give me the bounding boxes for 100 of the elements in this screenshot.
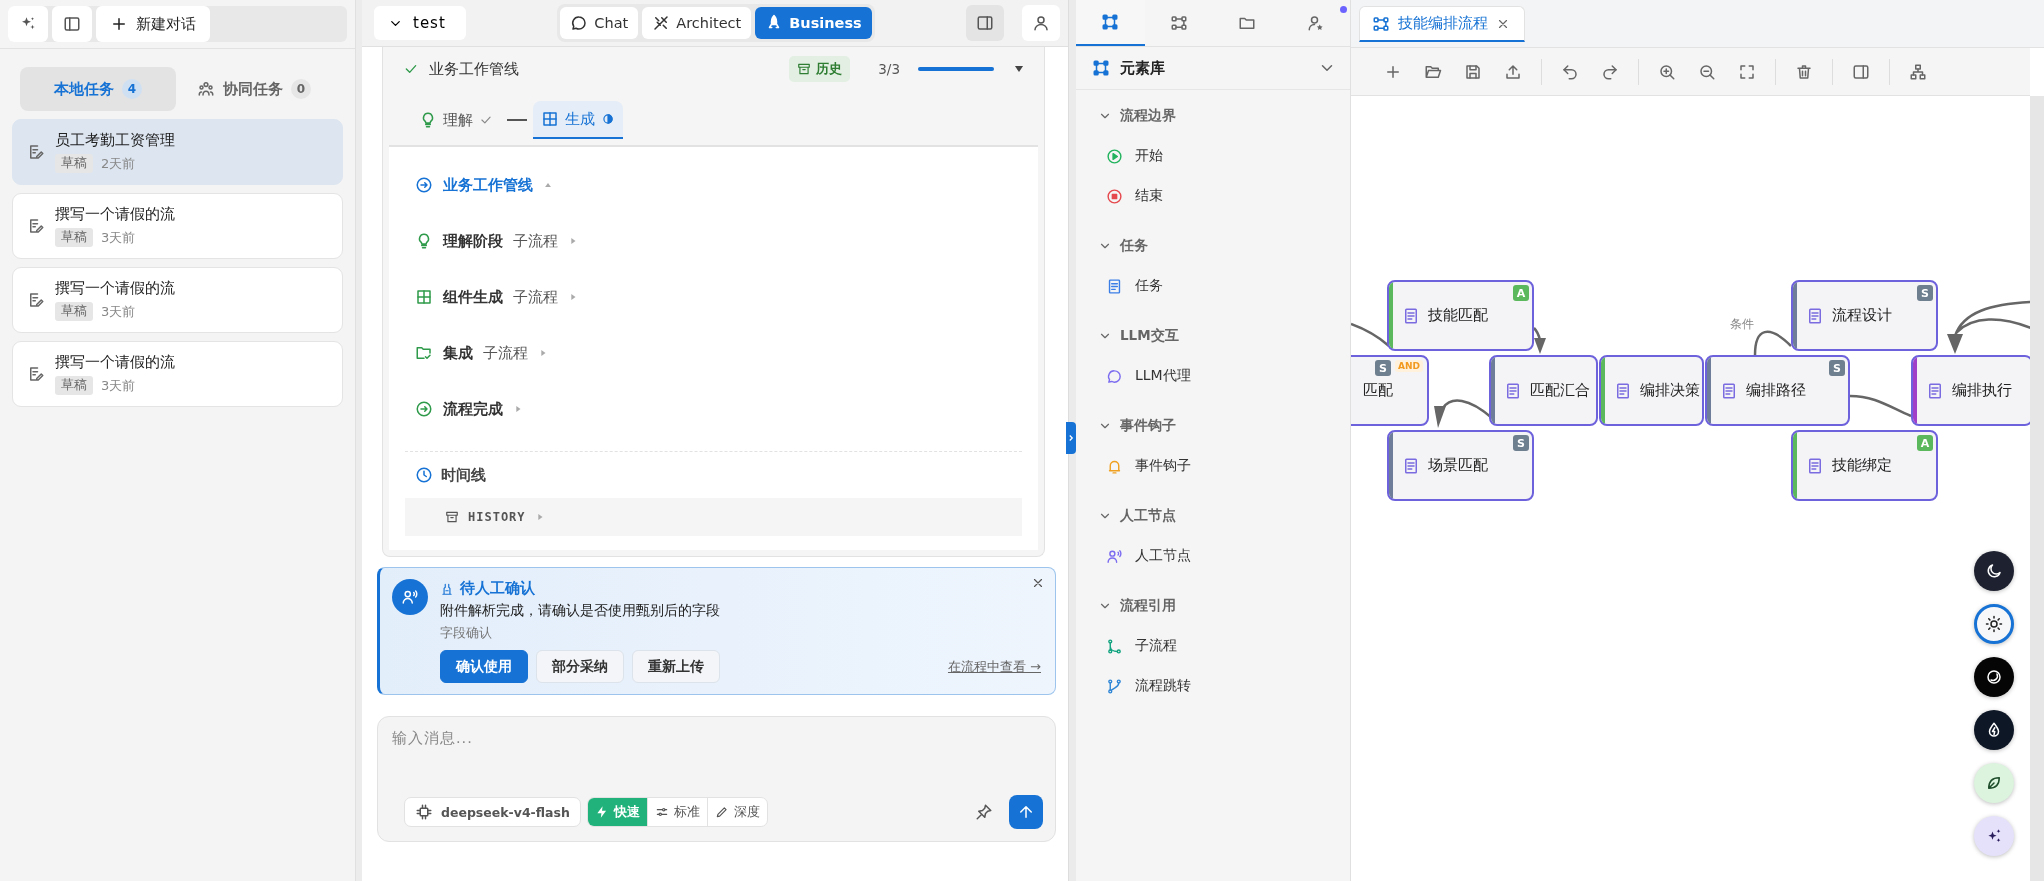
item-label: 人工节点 — [1135, 547, 1191, 565]
caret-right-icon[interactable] — [568, 292, 578, 302]
flow-node[interactable]: A 技能匹配 — [1387, 280, 1534, 351]
palette-item[interactable]: 人工节点 — [1076, 536, 1350, 576]
task-card[interactable]: 员工考勤工资管理 草稿 2天前 — [12, 119, 343, 185]
sun-icon — [1985, 615, 2003, 633]
robot-icon — [440, 581, 454, 596]
new-chat-button[interactable]: 新建对话 — [96, 6, 210, 42]
group-header[interactable]: 任务 — [1076, 226, 1350, 266]
node-label: 流程设计 — [1832, 306, 1892, 325]
splitter[interactable] — [1068, 0, 1076, 881]
fork-icon — [1106, 677, 1123, 695]
flow-node[interactable]: S 流程设计 — [1791, 280, 1938, 351]
model-selector[interactable]: deepseek-v4-flash — [404, 797, 581, 827]
avatar-icon — [392, 579, 428, 615]
task-time: 3天前 — [101, 228, 136, 247]
palette-item[interactable]: 流程跳转 — [1076, 666, 1350, 706]
message-input[interactable]: 输入消息... — [392, 729, 1043, 795]
view-in-flow-link[interactable]: 在流程中查看 → — [947, 657, 1041, 676]
tree-item[interactable]: 理解阶段 — [443, 231, 503, 251]
node-label: 场景匹配 — [1428, 456, 1488, 475]
node-badge: S — [1513, 435, 1529, 451]
task-card[interactable]: 撰写一个请假的流 草稿 3天前 — [12, 267, 343, 333]
action-button[interactable]: 确认使用 — [440, 650, 528, 683]
flow-node[interactable]: S 编排路径 — [1705, 355, 1850, 426]
palette-item[interactable]: LLM代理 — [1076, 356, 1350, 396]
node-badge: S — [1917, 285, 1933, 301]
tab-label: 协同任务 — [223, 79, 283, 99]
node-label: 匹配汇合 — [1530, 381, 1590, 400]
palette-item[interactable]: 子流程 — [1076, 626, 1350, 666]
collapse-handle[interactable] — [1066, 422, 1076, 454]
group-header[interactable]: 流程边界 — [1076, 96, 1350, 136]
task-title: 员工考勤工资管理 — [55, 131, 175, 150]
speed-option[interactable]: 标准 — [646, 798, 707, 826]
group-header[interactable]: 流程引用 — [1076, 586, 1350, 626]
plus-icon — [110, 15, 128, 33]
history-label: HISTORY — [468, 510, 526, 524]
item-label: 结束 — [1135, 187, 1163, 205]
close-button[interactable] — [1031, 576, 1045, 590]
flow-node[interactable]: S 场景匹配 — [1387, 430, 1534, 501]
palette-item[interactable]: 开始 — [1076, 136, 1350, 176]
user-button[interactable] — [1022, 5, 1060, 41]
palette-item[interactable]: 事件钩子 — [1076, 446, 1350, 486]
nodes-icon — [1092, 59, 1110, 77]
caret-right-icon[interactable] — [513, 404, 523, 414]
document-icon — [1614, 381, 1632, 400]
flow-node[interactable]: S AND 匹配 — [1351, 355, 1429, 426]
history-row[interactable]: HISTORY — [405, 498, 1022, 536]
group-header[interactable]: LLM交互 — [1076, 316, 1350, 356]
edit-document-icon — [27, 217, 45, 235]
tree-item[interactable]: 流程完成 — [443, 399, 503, 419]
sidebar-toggle-button[interactable] — [52, 6, 92, 42]
task-tab[interactable]: 本地任务 4 — [20, 67, 176, 111]
upload-icon — [1504, 62, 1522, 81]
step-tab[interactable]: 理解 — [411, 101, 501, 139]
palette-item[interactable]: 任务 — [1076, 266, 1350, 306]
node-label: 编排决策 — [1640, 381, 1700, 400]
task-tab[interactable]: 协同任务 0 — [176, 67, 332, 111]
flow-node[interactable]: 编排决策 — [1599, 355, 1704, 426]
document-icon — [1720, 381, 1738, 400]
status-tag: 草稿 — [55, 154, 93, 173]
task-card[interactable]: 撰写一个请假的流 草稿 3天前 — [12, 193, 343, 259]
palette-item[interactable]: 结束 — [1076, 176, 1350, 216]
flow-node[interactable]: A 技能绑定 — [1791, 430, 1938, 501]
flow-node[interactable]: 编排执行 — [1911, 355, 2030, 426]
subflow-label: 子流程 — [513, 231, 558, 251]
step-tab[interactable]: 生成 — [533, 101, 623, 139]
history-badge[interactable]: 历史 — [789, 56, 851, 82]
message-field[interactable]: 输入消息... deepseek-v4-flash 快速 标准 深度 — [377, 716, 1056, 842]
node-label: 匹配 — [1363, 381, 1393, 400]
caret-right-icon[interactable] — [538, 348, 548, 358]
caret-right-icon[interactable] — [568, 236, 578, 246]
editor-tab[interactable]: 技能编排流程 — [1359, 6, 1525, 42]
send-button[interactable] — [1009, 795, 1043, 829]
pin-button[interactable] — [975, 803, 993, 821]
undo-icon — [1561, 62, 1579, 81]
arrow-circle-icon — [415, 400, 433, 418]
action-button[interactable]: 重新上传 — [632, 650, 720, 683]
project-dropdown[interactable]: test — [374, 6, 466, 40]
task-card[interactable]: 撰写一个请假的流 草稿 3天前 — [12, 341, 343, 407]
panel-toggle-button[interactable] — [966, 5, 1004, 41]
flow-node[interactable]: 匹配汇合 — [1489, 355, 1598, 426]
trash-icon — [1795, 62, 1813, 81]
tree-item[interactable]: 集成 — [443, 343, 473, 363]
mode-tab[interactable]: Business — [755, 7, 872, 39]
count-badge: 0 — [291, 79, 311, 99]
action-button[interactable]: 部分采纳 — [536, 650, 624, 683]
speed-option[interactable]: 深度 — [706, 798, 767, 826]
item-label: 事件钩子 — [1135, 457, 1191, 475]
scrollbar[interactable] — [2030, 96, 2044, 881]
group-header[interactable]: 人工节点 — [1076, 496, 1350, 536]
branch-icon — [1106, 637, 1123, 655]
grid-icon — [415, 288, 433, 306]
group-header[interactable]: 事件钩子 — [1076, 406, 1350, 446]
tree-item[interactable]: 业务工作管线 — [443, 175, 533, 195]
panel-icon — [63, 15, 81, 33]
tree-item[interactable]: 组件生成 — [443, 287, 503, 307]
mode-tab[interactable]: Architect — [642, 7, 752, 39]
zoom-in-icon — [1658, 62, 1676, 81]
mode-tab[interactable]: Chat — [560, 7, 639, 39]
